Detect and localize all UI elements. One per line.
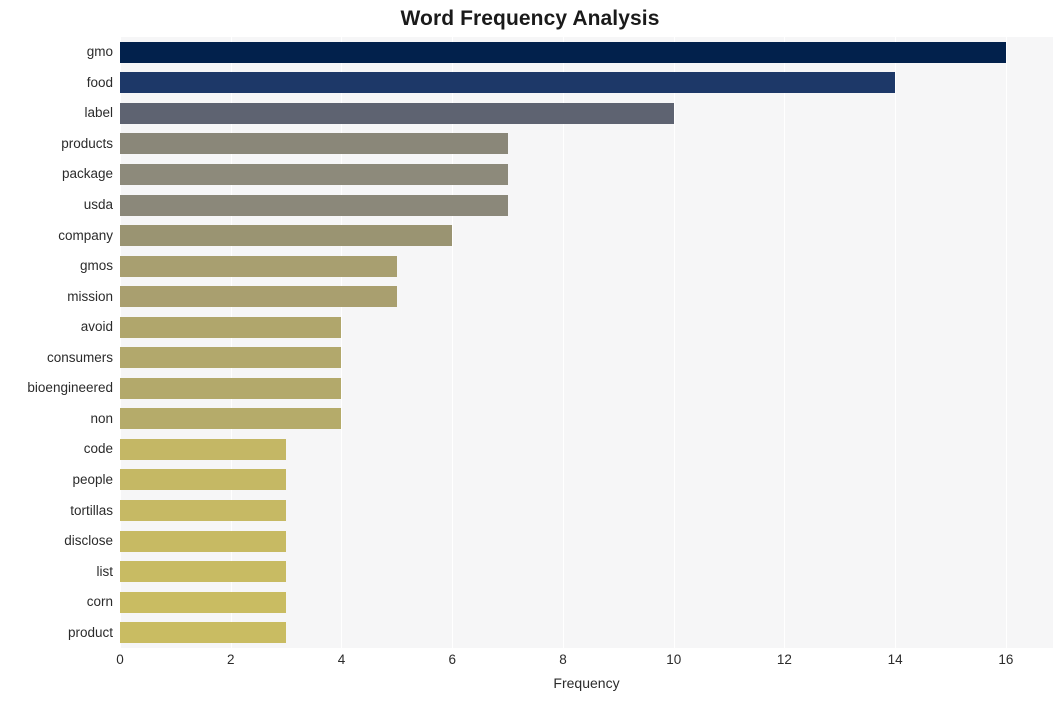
bar-fill <box>120 102 674 124</box>
bar-fill <box>120 194 508 216</box>
bar-mission[interactable] <box>120 286 397 308</box>
y-tick-label-company: company <box>58 227 113 243</box>
bar-fill <box>120 225 453 247</box>
bar-fill <box>120 377 342 399</box>
chart-title: Word Frequency Analysis <box>400 7 660 30</box>
x-tick-label-6: 6 <box>448 652 456 667</box>
y-axis-tick-labels: gmo food label products package usda company gm… <box>0 37 113 648</box>
y-tick-label-avoid: avoid <box>80 319 113 335</box>
y-tick-label-code: code <box>83 441 113 457</box>
x-tick-label-12: 12 <box>776 652 792 667</box>
bar-fill <box>120 500 287 522</box>
bar-fill <box>120 530 287 552</box>
x-tick-label-16: 16 <box>998 652 1014 667</box>
y-tick-label-consumers: consumers <box>46 349 113 365</box>
bars-layer <box>120 37 1053 648</box>
bar-bioengineered[interactable] <box>120 377 342 399</box>
x-tick-label-2: 2 <box>226 652 235 667</box>
bar-fill <box>120 438 287 460</box>
y-tick-label-gmo: gmo <box>86 44 113 60</box>
y-tick-label-people: people <box>72 471 113 487</box>
bar-fill <box>120 316 342 338</box>
plot-area <box>120 37 1053 648</box>
bar-list[interactable] <box>120 561 287 583</box>
y-tick-label-package: package <box>61 166 113 182</box>
y-tick-label-tortillas: tortillas <box>70 502 113 518</box>
bar-fill <box>120 591 287 613</box>
y-tick-label-gmos: gmos <box>79 258 113 274</box>
bar-fill <box>120 133 508 155</box>
bar-food[interactable] <box>120 72 896 94</box>
x-tick-label-10: 10 <box>666 652 682 667</box>
bar-fill <box>120 408 342 430</box>
x-tick-label-14: 14 <box>887 652 903 667</box>
x-axis-title: Frequency <box>553 675 620 691</box>
y-tick-label-bioengineered: bioengineered <box>27 380 113 396</box>
bar-products[interactable] <box>120 133 508 155</box>
bar-fill <box>120 469 287 491</box>
y-tick-label-corn: corn <box>86 594 113 610</box>
bar-tortillas[interactable] <box>120 500 287 522</box>
y-tick-label-product: product <box>67 624 113 640</box>
bar-people[interactable] <box>120 469 287 491</box>
bar-consumers[interactable] <box>120 347 342 369</box>
bar-fill <box>120 163 508 185</box>
word-frequency-bar-chart: Word Frequency Analysis gmo food label prod… <box>0 0 1060 701</box>
x-axis-tick-labels: 0 2 4 6 8 10 12 14 16 <box>0 652 1060 674</box>
bar-disclose[interactable] <box>120 530 287 552</box>
bar-fill <box>120 561 287 583</box>
bar-avoid[interactable] <box>120 316 342 338</box>
x-tick-label-8: 8 <box>559 652 567 667</box>
y-tick-label-list: list <box>96 563 114 579</box>
bar-fill <box>120 41 1006 63</box>
bar-package[interactable] <box>120 163 508 185</box>
bar-corn[interactable] <box>120 591 287 613</box>
bar-usda[interactable] <box>120 194 508 216</box>
bar-fill <box>120 286 397 308</box>
x-tick-label-0: 0 <box>116 652 124 667</box>
bar-fill <box>120 622 287 644</box>
y-tick-label-food: food <box>86 74 113 90</box>
y-tick-label-label: label <box>84 105 113 121</box>
bar-gmos[interactable] <box>120 255 397 277</box>
bar-product[interactable] <box>120 622 287 644</box>
bar-fill <box>120 347 342 369</box>
bar-company[interactable] <box>120 225 453 247</box>
y-tick-label-mission: mission <box>67 288 113 304</box>
bar-gmo[interactable] <box>120 41 1006 63</box>
y-tick-label-usda: usda <box>83 197 113 213</box>
bar-fill <box>120 72 896 94</box>
y-tick-label-disclose: disclose <box>64 533 113 549</box>
bar-non[interactable] <box>120 408 342 430</box>
y-tick-label-non: non <box>90 410 113 426</box>
bar-code[interactable] <box>120 438 287 460</box>
x-tick-label-4: 4 <box>337 652 346 667</box>
bar-fill <box>120 255 397 277</box>
y-tick-label-products: products <box>61 135 113 151</box>
bar-label[interactable] <box>120 102 674 124</box>
